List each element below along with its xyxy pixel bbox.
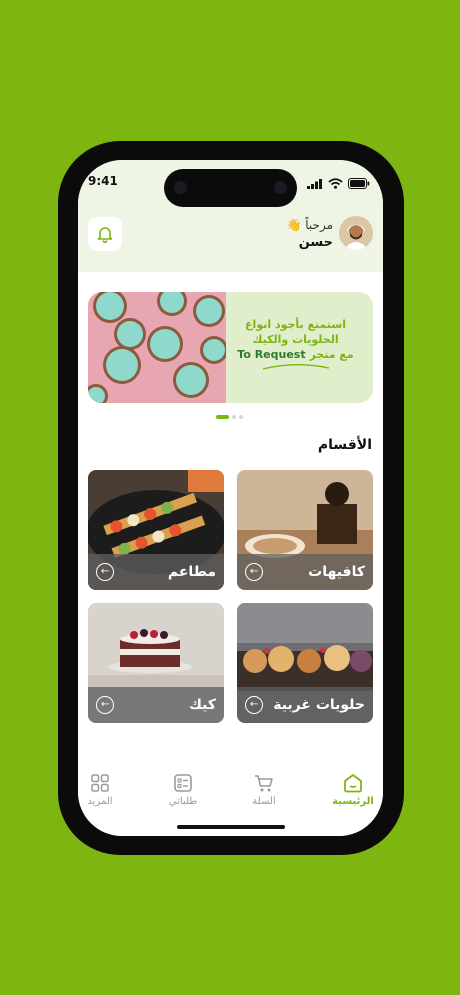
- arrow-left-icon[interactable]: ←: [96, 696, 114, 714]
- category-label: كافيهات: [308, 564, 365, 580]
- category-card-western-sweets[interactable]: حلويات غربية ←: [237, 603, 373, 723]
- bell-icon: [97, 227, 113, 243]
- category-overlay: مطاعم ←: [88, 554, 224, 590]
- banner-brand: To Request: [237, 348, 306, 361]
- app-screen: 9:41 مرحباً 👋 حسن استمتع بأجود انواع الح…: [78, 160, 383, 836]
- banner-line-3: مع متجر: [309, 348, 354, 361]
- signal-icon: [307, 178, 322, 189]
- status-time: 9:41: [88, 174, 118, 188]
- greeting-text: مرحباً 👋: [286, 218, 334, 232]
- user-name: حسن: [298, 235, 333, 250]
- tab-more[interactable]: المزيد: [78, 772, 130, 807]
- carousel-dot-2[interactable]: [232, 415, 236, 419]
- home-indicator[interactable]: [177, 825, 285, 829]
- banner-line-2: الحلويات والكيك: [252, 333, 339, 346]
- categories-title: الأقسام: [317, 437, 372, 453]
- tab-label: المزيد: [87, 796, 113, 807]
- tab-label: طلباتي: [168, 796, 198, 807]
- promo-banner[interactable]: استمتع بأجود انواع الحلويات والكيك مع مت…: [88, 292, 373, 403]
- banner-line-1: استمتع بأجود انواع: [245, 318, 346, 331]
- tab-label: السلة: [252, 796, 276, 807]
- cupcakes-image: [88, 292, 228, 403]
- category-overlay: كافيهات ←: [237, 554, 373, 590]
- dynamic-island: [164, 169, 297, 207]
- grid-icon: [91, 774, 109, 792]
- notifications-button[interactable]: [88, 217, 122, 251]
- tab-cart[interactable]: السلة: [234, 772, 294, 807]
- arrow-left-icon[interactable]: ←: [96, 563, 114, 581]
- category-overlay: كيك ←: [88, 687, 224, 723]
- carousel-dot-3[interactable]: [239, 415, 243, 419]
- orders-icon: [174, 774, 192, 792]
- swoosh-decoration: [262, 364, 329, 370]
- category-card-restaurants[interactable]: مطاعم ←: [88, 470, 224, 590]
- battery-icon: [348, 178, 370, 189]
- arrow-left-icon[interactable]: ←: [245, 563, 263, 581]
- header-area: 9:41 مرحباً 👋 حسن: [78, 160, 383, 272]
- category-label: كيك: [189, 697, 216, 713]
- category-label: حلويات غربية: [273, 697, 365, 713]
- avatar[interactable]: [339, 216, 373, 250]
- carousel-dot-1[interactable]: [216, 415, 229, 419]
- tab-home[interactable]: الرئيسية: [323, 772, 383, 807]
- tab-label: الرئيسية: [332, 796, 374, 807]
- category-overlay: حلويات غربية ←: [237, 687, 373, 723]
- category-label: مطاعم: [167, 564, 216, 580]
- home-icon: [344, 774, 362, 793]
- category-card-cake[interactable]: كيك ←: [88, 603, 224, 723]
- banner-text: استمتع بأجود انواع الحلويات والكيك مع مت…: [228, 317, 363, 371]
- cart-icon: [255, 775, 273, 792]
- arrow-left-icon[interactable]: ←: [245, 696, 263, 714]
- carousel-indicator[interactable]: [216, 415, 243, 419]
- wifi-icon: [328, 178, 343, 189]
- category-card-cafes[interactable]: كافيهات ←: [237, 470, 373, 590]
- status-icons: [307, 178, 370, 189]
- tab-orders[interactable]: طلباتي: [153, 772, 213, 807]
